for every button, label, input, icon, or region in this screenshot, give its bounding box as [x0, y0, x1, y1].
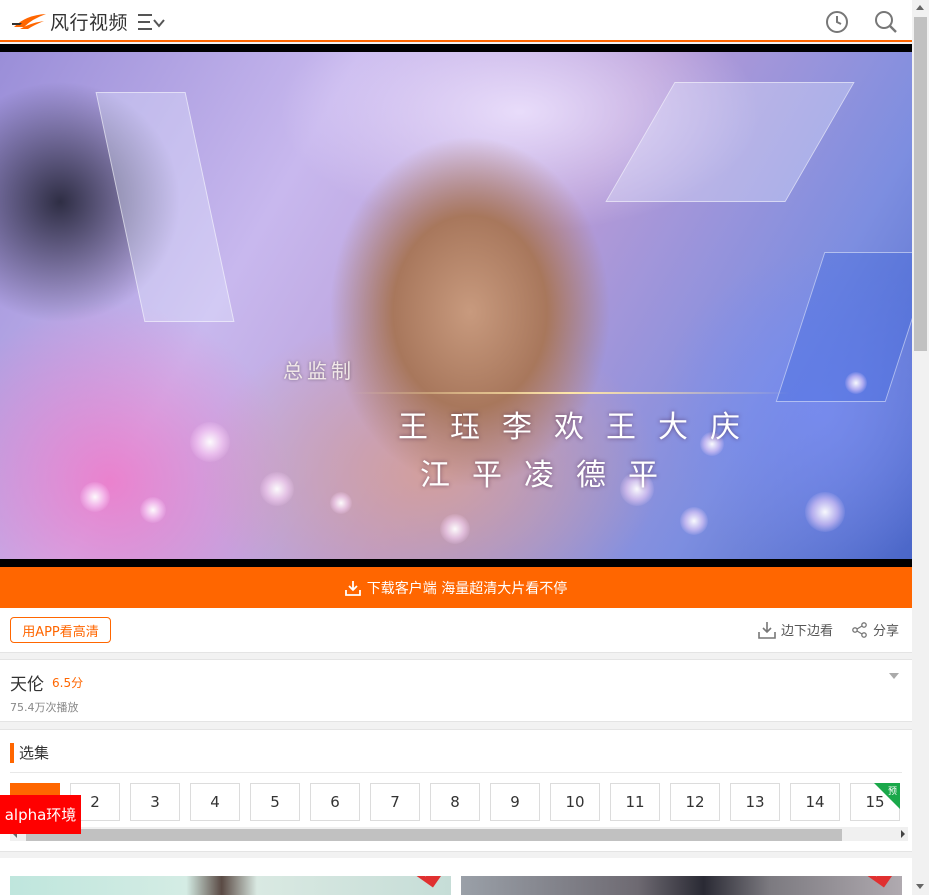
episode-list: 123456789101112131415预 [10, 783, 912, 823]
episode-button[interactable]: 5 [250, 783, 300, 821]
episode-button[interactable]: 10 [550, 783, 600, 821]
episode-button[interactable]: 8 [430, 783, 480, 821]
offline-download-label: 边下边看 [781, 624, 834, 639]
credit-divider [350, 392, 790, 394]
episode-label: 11 [625, 793, 645, 811]
episode-button[interactable]: 4 [190, 783, 240, 821]
video-frame: 总监制 王珏李欢王大庆 江平凌德平 [0, 52, 912, 559]
episode-label: 8 [450, 793, 460, 811]
bokeh-light [680, 507, 708, 535]
decor-shard [95, 92, 235, 322]
main-content: 风行视频 总监制 王珏李欢王大庆 江平凌德平 下载客户端 海量超清大片看不停 用… [0, 0, 912, 895]
episode-label: 3 [150, 793, 160, 811]
credit-names: 王珏李欢王大庆 [398, 410, 762, 445]
recommendation-thumbnail[interactable]: APP [10, 876, 451, 895]
action-row: 用APP看高清 边下边看 分享 [0, 608, 912, 653]
recommendation-row: APP APP [0, 858, 912, 895]
download-icon [758, 621, 776, 639]
share-label: 分享 [873, 624, 900, 639]
show-score: 6.5分 [52, 676, 84, 690]
section-marker [10, 742, 14, 763]
menu-icon[interactable] [138, 11, 166, 33]
episode-label: 12 [685, 793, 705, 811]
expand-arrow-icon[interactable] [889, 673, 899, 679]
episodes-header: 选集 [10, 742, 49, 763]
bokeh-light [440, 514, 470, 544]
show-title: 天伦 [10, 675, 44, 695]
bokeh-light [805, 492, 845, 532]
logo-text: 风行视频 [50, 11, 129, 34]
episode-button[interactable]: 11 [610, 783, 660, 821]
app-badge: APP [405, 876, 441, 888]
vertical-scrollbar[interactable] [912, 0, 929, 895]
horizontal-scrollbar[interactable] [10, 827, 908, 841]
episode-button[interactable]: 15 预 [850, 783, 900, 821]
bokeh-light [190, 422, 230, 462]
credit-role: 总监制 [283, 359, 355, 383]
episode-label: 2 [90, 793, 100, 811]
video-player[interactable]: 总监制 王珏李欢王大庆 江平凌德平 [0, 44, 912, 567]
search-icon[interactable] [874, 10, 898, 34]
scroll-right-arrow-icon[interactable] [901, 830, 905, 838]
episode-label: 14 [805, 793, 825, 811]
episode-button[interactable]: 14 [790, 783, 840, 821]
scroll-up-arrow-icon[interactable] [916, 5, 924, 10]
decor-shard [775, 252, 912, 402]
app-badge: APP [856, 876, 892, 888]
play-count: 75.4万次播放 [10, 701, 79, 714]
episode-button[interactable]: 12 [670, 783, 720, 821]
scrollbar-thumb[interactable] [914, 17, 927, 351]
offline-download-button[interactable]: 边下边看 [758, 620, 833, 639]
show-info-card: 天伦 6.5分 75.4万次播放 [0, 659, 912, 722]
preview-badge-text: 预 [887, 787, 897, 797]
bokeh-light [80, 482, 110, 512]
episode-button[interactable]: 7 [370, 783, 420, 821]
episode-label: 9 [510, 793, 520, 811]
episode-label: 4 [210, 793, 220, 811]
episode-button[interactable]: 9 [490, 783, 540, 821]
episode-button[interactable]: 6 [310, 783, 360, 821]
episodes-title: 选集 [19, 744, 50, 762]
episode-selector: 选集 123456789101112131415预 [0, 729, 912, 852]
decor-shard [605, 82, 855, 202]
episode-label: 6 [330, 793, 340, 811]
env-badge: alpha环境 [0, 795, 81, 834]
scroll-down-arrow-icon[interactable] [916, 884, 924, 889]
download-icon [344, 580, 361, 596]
episode-label: 10 [565, 793, 585, 811]
share-icon [852, 621, 867, 638]
history-icon[interactable] [825, 10, 849, 34]
episode-label: 13 [745, 793, 765, 811]
logo-icon [12, 14, 46, 29]
download-client-banner[interactable]: 下载客户端 海量超清大片看不停 [0, 567, 912, 608]
logo[interactable]: 风行视频 [12, 8, 128, 34]
bokeh-light [845, 372, 867, 394]
share-button[interactable]: 分享 [852, 620, 899, 639]
episode-label: 7 [390, 793, 400, 811]
app-hd-button[interactable]: 用APP看高清 [10, 617, 111, 643]
bokeh-light [330, 492, 352, 514]
bokeh-light [140, 497, 166, 523]
episode-button[interactable]: 3 [130, 783, 180, 821]
download-banner-label: 下载客户端 海量超清大片看不停 [366, 580, 568, 597]
top-header: 风行视频 [0, 0, 912, 42]
divider [10, 772, 902, 773]
credit-names: 江平凌德平 [420, 458, 680, 493]
page: 风行视频 总监制 王珏李欢王大庆 江平凌德平 下载客户端 海量超清大片看不停 用… [0, 0, 929, 895]
episode-button[interactable]: 13 [730, 783, 780, 821]
recommendation-thumbnail[interactable]: APP [461, 876, 902, 895]
bokeh-light [260, 472, 294, 506]
episode-label: 5 [270, 793, 280, 811]
scrollbar-thumb[interactable] [26, 829, 842, 841]
